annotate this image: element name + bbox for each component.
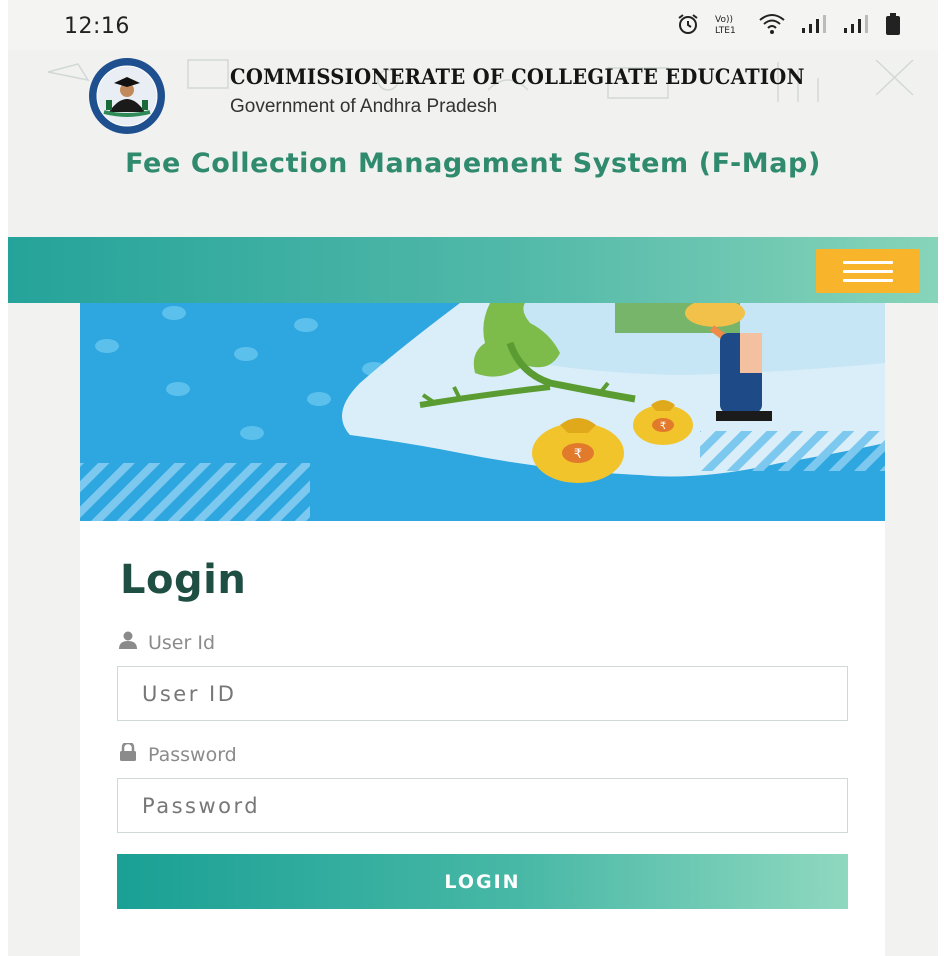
login-button[interactable]: LOGIN xyxy=(117,854,848,909)
money-bags-illustration: ₹ ₹ xyxy=(80,303,885,521)
org-subtitle: Government of Andhra Pradesh xyxy=(230,96,498,117)
lock-icon xyxy=(118,741,138,766)
site-header: COMMISSIONERATE OF COLLEGIATE EDUCATION … xyxy=(8,50,938,237)
volte-icon: Vo)) LTE1 xyxy=(714,12,744,36)
password-label: Password xyxy=(118,741,237,766)
alarm-icon xyxy=(676,12,700,36)
hamburger-menu-icon xyxy=(843,260,893,264)
svg-text:LTE1: LTE1 xyxy=(715,26,736,36)
user-icon xyxy=(118,631,138,654)
rupee-symbol: ₹ xyxy=(574,447,582,462)
password-label-text: Password xyxy=(148,743,237,766)
status-time: 12:16 xyxy=(64,14,130,39)
government-seal-logo xyxy=(89,58,165,134)
signal-icon xyxy=(842,12,870,36)
user-id-label: User Id xyxy=(118,631,215,654)
hamburger-menu-button[interactable] xyxy=(816,249,920,293)
battery-icon xyxy=(884,12,902,36)
status-bar: 12:16 Vo)) LTE1 xyxy=(8,0,938,50)
hamburger-menu-icon-bar xyxy=(843,269,893,273)
password-input[interactable] xyxy=(117,778,848,833)
user-id-label-text: User Id xyxy=(148,631,216,654)
svg-text:Vo)): Vo)) xyxy=(715,15,733,25)
org-name: COMMISSIONERATE OF COLLEGIATE EDUCATION xyxy=(230,64,805,89)
signal-icon xyxy=(800,12,828,36)
login-card: Login User Id Password LOGIN xyxy=(80,521,885,956)
status-icons: Vo)) LTE1 xyxy=(676,12,902,36)
rupee-symbol: ₹ xyxy=(660,421,666,432)
navbar xyxy=(8,237,938,303)
hamburger-menu-icon-bar xyxy=(843,278,893,282)
wifi-icon xyxy=(758,12,786,36)
banner-illustration: ₹ ₹ xyxy=(80,303,885,521)
login-heading: Login xyxy=(120,557,247,603)
page-title: Fee Collection Management System (F-Map) xyxy=(125,148,821,179)
user-id-input[interactable] xyxy=(117,666,848,721)
